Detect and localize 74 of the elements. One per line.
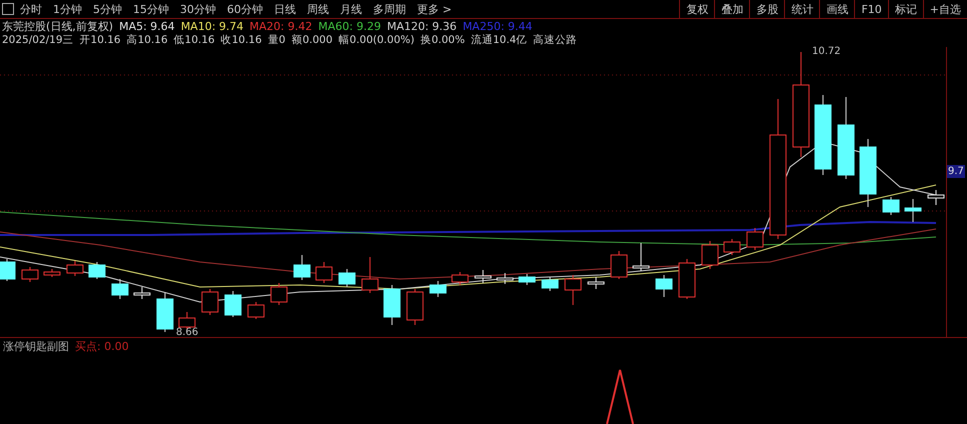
candlestick [588,276,604,290]
period-tab[interactable]: 1分钟 [53,2,82,16]
moving-average-label: MA10: 9.74 [180,20,244,32]
quote-field: 额0.000 [291,33,333,47]
candlestick [702,240,718,270]
quote-field: 量0 [268,33,286,47]
candlestick [294,254,310,280]
period-tab[interactable]: 周线 [307,2,329,16]
moving-average-label: MA20: 9.42 [250,20,312,32]
candlestick [22,266,38,282]
moving-average-label: MA250: 9.44 [462,20,532,32]
low-price-label: 8.66 [176,327,198,338]
candlestick [178,312,196,330]
candlestick [0,258,16,282]
quote-field: 开10.16 [80,33,121,47]
candlestick [44,268,60,278]
quote-field: 高10.16 [126,33,168,47]
period-tab[interactable]: 30分钟 [180,2,216,16]
candlestick [452,272,468,286]
candlestick [860,138,876,208]
candlestick [746,228,764,250]
period-tab[interactable]: 日线 [274,2,296,16]
quote-field: 低10.16 [174,33,215,47]
candlestick [430,280,446,298]
candlestick [928,190,944,206]
stock-title: 东莞控股(日线,前复权) [2,18,114,34]
moving-average-label: MA5: 9.64 [119,20,175,32]
candlestick [248,302,264,320]
candlestick [564,274,582,306]
quote-field: 换0.00% [420,33,465,47]
candlestick [224,290,242,318]
moving-average-label: MA60: 9.29 [318,20,381,32]
candlestick [474,270,492,284]
candlestick [112,278,128,300]
menu-icon[interactable] [2,3,14,15]
indicator-name[interactable]: 涨停钥匙副图 [3,338,69,354]
candlestick [316,262,332,284]
quote-field: 收10.16 [220,33,262,47]
candlestick [632,242,650,272]
candlestick [134,286,150,300]
moving-average-label: MA120: 9.36 [386,20,457,32]
candlestick [904,198,922,222]
price-axis-tag: 9.7 [947,165,965,178]
candlestick [384,284,400,326]
period-tab[interactable]: 5分钟 [93,2,122,16]
candlestick [156,292,174,332]
signal-spike-drawing [605,368,635,424]
candlestick [66,260,84,276]
candlestick [518,274,536,286]
candlestick [542,276,558,292]
candlestick [678,258,696,300]
indicator-reading: 买点: 0.00 [75,338,129,354]
candlestick [270,282,288,306]
candlestick [724,238,740,256]
period-tab[interactable]: 月线 [340,2,362,16]
candlestick [88,262,106,280]
period-tab[interactable]: 多周期 [373,2,406,16]
high-price-label: 10.72 [812,46,841,57]
period-tab[interactable]: 60分钟 [227,2,263,16]
quote-field: 流通10.4亿 [470,33,528,47]
candlestick [610,250,628,280]
period-tab[interactable]: 15分钟 [133,2,169,16]
quote-field: 高速公路 [533,33,578,47]
candlestick [202,288,218,316]
quote-field: 幅0.00(0.00%) [338,33,414,47]
quote-field: 2025/02/19三 [2,33,74,47]
candlestick [656,274,672,298]
candlestick [362,256,378,294]
candlestick [406,288,424,326]
candlestick [496,272,514,284]
candlestick [338,268,356,288]
period-tab[interactable]: 更多 > [417,2,452,16]
period-tab[interactable]: 分时 [20,2,42,16]
candlestick [882,196,900,216]
